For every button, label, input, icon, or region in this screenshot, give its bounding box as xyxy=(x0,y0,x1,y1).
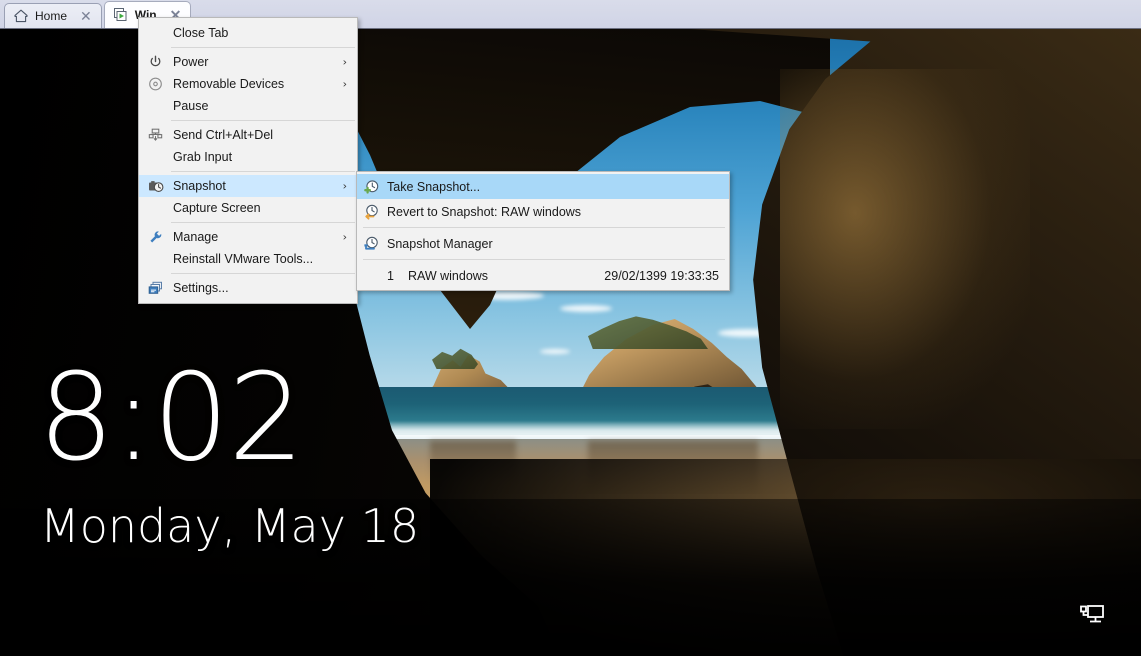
submenu-item-snapshot-entry[interactable]: 1 RAW windows 29/02/1399 19:33:35 xyxy=(357,263,729,288)
menu-item-label: Removable Devices xyxy=(173,77,285,91)
menu-separator xyxy=(171,273,355,274)
lockscreen-time: 8:02 xyxy=(38,349,304,488)
submenu-item-label: Revert to Snapshot: RAW windows xyxy=(387,204,582,219)
cloud-icon xyxy=(560,305,612,312)
lockscreen-date: Monday, May 18 xyxy=(40,499,420,553)
menu-separator xyxy=(171,171,355,172)
network-computer-icon[interactable] xyxy=(1079,603,1105,632)
submenu-separator xyxy=(363,227,725,228)
snapshot-name: RAW windows xyxy=(407,268,489,283)
chevron-right-icon: › xyxy=(342,55,347,69)
virtual-machine-icon xyxy=(113,7,129,23)
submenu-item-label: Take Snapshot... xyxy=(387,179,481,194)
cloud-icon xyxy=(540,349,570,354)
settings-windows-icon xyxy=(147,280,164,297)
disc-icon xyxy=(147,76,164,93)
clock-revert-icon xyxy=(363,203,380,220)
snapshot-index: 1 xyxy=(387,268,394,283)
chevron-right-icon: › xyxy=(342,179,347,193)
menu-item-label: Reinstall VMware Tools... xyxy=(173,252,314,266)
menu-item-label: Snapshot xyxy=(173,179,226,193)
submenu-item-revert-to-snapshot[interactable]: Revert to Snapshot: RAW windows xyxy=(357,199,729,224)
menu-item-manage[interactable]: Manage › xyxy=(139,226,357,248)
menu-item-capture-screen[interactable]: Capture Screen xyxy=(139,197,357,219)
wrench-icon xyxy=(147,229,164,246)
menu-item-grab-input[interactable]: Grab Input xyxy=(139,146,357,168)
send-keys-icon xyxy=(147,127,164,144)
chevron-right-icon: › xyxy=(342,77,347,91)
clock-manager-icon xyxy=(363,235,380,252)
menu-item-settings[interactable]: Settings... xyxy=(139,277,357,299)
close-icon[interactable]: ✕ xyxy=(77,9,95,23)
menu-item-pause[interactable]: Pause xyxy=(139,95,357,117)
menu-item-label: Power xyxy=(173,55,209,69)
menu-item-close-tab[interactable]: Close Tab xyxy=(139,22,357,44)
menu-item-power[interactable]: Power › xyxy=(139,51,357,73)
menu-item-send-ctrl-alt-del[interactable]: Send Ctrl+Alt+Del xyxy=(139,124,357,146)
menu-separator xyxy=(171,47,355,48)
snapshot-timestamp: 29/02/1399 19:33:35 xyxy=(604,268,719,283)
clock-add-icon xyxy=(363,178,380,195)
snapshot-icon xyxy=(147,178,164,195)
menu-item-label: Pause xyxy=(173,99,209,113)
chevron-right-icon: › xyxy=(342,230,347,244)
menu-item-label: Capture Screen xyxy=(173,201,261,215)
menu-item-reinstall-vmware-tools[interactable]: Reinstall VMware Tools... xyxy=(139,248,357,270)
vm-context-menu[interactable]: Close Tab Power › Removable Devices › Pa… xyxy=(138,17,358,304)
home-icon xyxy=(13,8,29,24)
submenu-item-snapshot-manager[interactable]: Snapshot Manager xyxy=(357,231,729,256)
menu-item-label: Grab Input xyxy=(173,150,233,164)
menu-item-label: Send Ctrl+Alt+Del xyxy=(173,128,274,142)
menu-item-label: Settings... xyxy=(173,281,229,295)
power-icon xyxy=(147,54,164,71)
submenu-item-take-snapshot[interactable]: Take Snapshot... xyxy=(357,174,729,199)
tab-home-label: Home xyxy=(35,9,68,23)
snapshot-submenu[interactable]: Take Snapshot... Revert to Snapshot: RAW… xyxy=(356,171,730,291)
menu-separator xyxy=(171,120,355,121)
tab-home[interactable]: Home ✕ xyxy=(4,3,102,28)
menu-item-label: Manage xyxy=(173,230,219,244)
menu-item-label: Close Tab xyxy=(173,26,229,40)
menu-item-removable-devices[interactable]: Removable Devices › xyxy=(139,73,357,95)
lockscreen-clock: 8:02 Monday, May 18 xyxy=(38,359,419,552)
submenu-separator xyxy=(363,259,725,260)
menu-item-snapshot[interactable]: Snapshot › xyxy=(139,175,357,197)
submenu-item-label: Snapshot Manager xyxy=(387,236,493,251)
menu-separator xyxy=(171,222,355,223)
